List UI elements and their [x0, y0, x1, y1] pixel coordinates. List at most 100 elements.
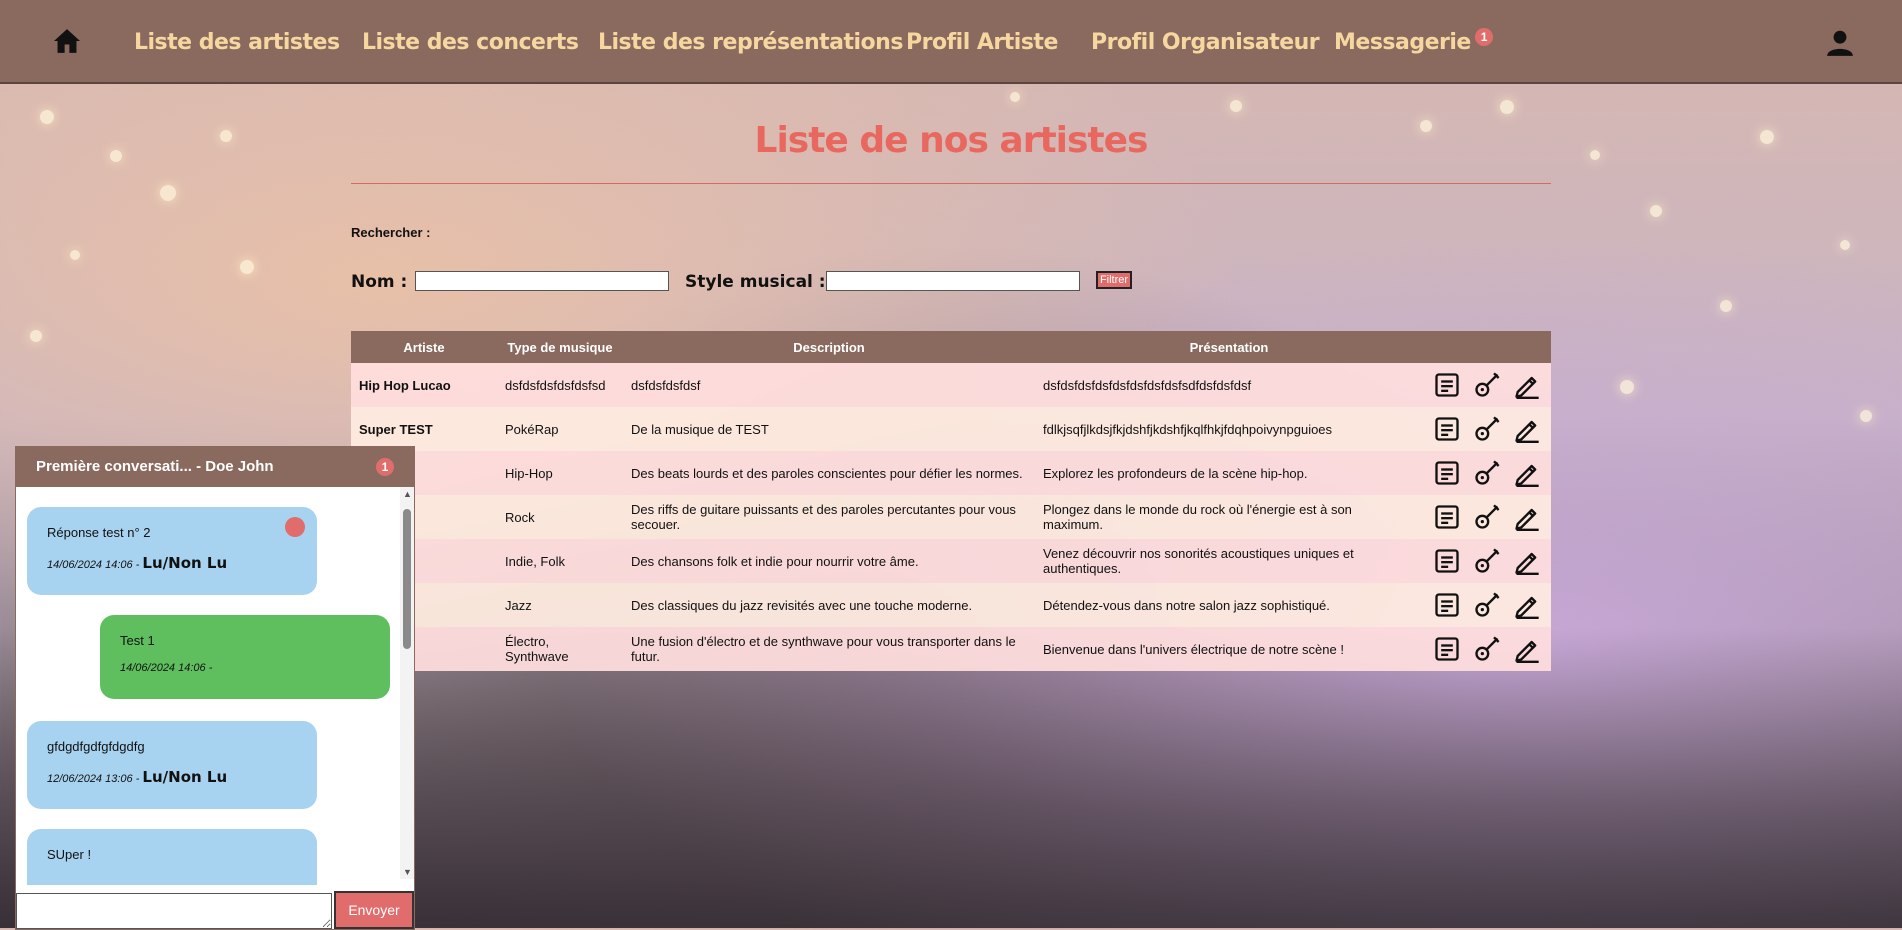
header-description: Description: [623, 331, 1035, 363]
details-icon[interactable]: [1433, 371, 1461, 399]
table-row: ibesÉlectro, SynthwaveUne fusion d'élect…: [351, 627, 1551, 671]
artists-table: Artiste Type de musique Description Prés…: [351, 331, 1551, 671]
user-icon[interactable]: [1826, 28, 1854, 58]
description-cell: dsfdsfdsfdsf: [623, 363, 1035, 407]
actions-cell: [1423, 451, 1551, 495]
music-type-cell: Hip-Hop: [497, 451, 623, 495]
unread-indicator: [285, 517, 305, 537]
name-filter-input[interactable]: [415, 271, 669, 291]
guitar-icon[interactable]: [1473, 459, 1501, 487]
description-cell: Des classiques du jazz revisités avec un…: [623, 583, 1035, 627]
chat-scrollbar[interactable]: ▲ ▼: [400, 487, 414, 879]
description-cell: Des chansons folk et indie pour nourrir …: [623, 539, 1035, 583]
music-type-cell: Rock: [497, 495, 623, 539]
message-status: Lu/Non Lu: [142, 554, 228, 572]
guitar-icon[interactable]: [1473, 635, 1501, 663]
description-cell: Des beats lourds et des paroles conscien…: [623, 451, 1035, 495]
title-divider: [351, 183, 1551, 184]
edit-icon[interactable]: [1513, 591, 1541, 619]
edit-icon[interactable]: [1513, 415, 1541, 443]
edit-icon[interactable]: [1513, 635, 1541, 663]
details-icon[interactable]: [1433, 415, 1461, 443]
details-icon[interactable]: [1433, 459, 1461, 487]
nav-link-concerts[interactable]: Liste des concerts: [362, 30, 579, 55]
presentation-cell: fdlkjsqfjlkdsjfkjdshfjkdshfjkqlfhkjfdqhp…: [1035, 407, 1423, 451]
style-filter-label: Style musical :: [685, 272, 826, 292]
chat-message: Réponse test n° 2 14/06/2024 14:06 - Lu/…: [27, 507, 317, 595]
details-icon[interactable]: [1433, 591, 1461, 619]
chat-message: gfdgdfgdfgfdgdfg 12/06/2024 13:06 - Lu/N…: [27, 721, 317, 809]
nav-link-artist-profile[interactable]: Profil Artiste: [906, 30, 1058, 55]
chat-header[interactable]: Première conversati... - Doe John 1: [16, 447, 414, 487]
message-status: Lu/Non Lu: [142, 768, 228, 786]
music-type-cell: Électro, Synthwave: [497, 627, 623, 671]
search-label: Rechercher :: [351, 225, 431, 240]
presentation-cell: Venez découvrir nos sonorités acoustique…: [1035, 539, 1423, 583]
nav-link-representations[interactable]: Liste des représentations: [598, 30, 903, 55]
actions-cell: [1423, 495, 1551, 539]
message-date: 14/06/2024 14:06 -: [120, 662, 213, 674]
message-text: SUper !: [47, 847, 92, 862]
scroll-thumb[interactable]: [403, 509, 411, 649]
artist-name-link[interactable]: Hip Hop Lucao: [351, 363, 497, 407]
edit-icon[interactable]: [1513, 547, 1541, 575]
scroll-down-icon[interactable]: ▼: [403, 867, 412, 877]
guitar-icon[interactable]: [1473, 415, 1501, 443]
chat-widget: Première conversati... - Doe John 1 Répo…: [15, 446, 415, 930]
edit-icon[interactable]: [1513, 371, 1541, 399]
table-body: Hip Hop Lucao dsfdsfdsfdsfdsfsd dsfdsfdsfd…: [351, 363, 1551, 671]
message-meta: 14/06/2024 14:06 - Lu/Non Lu: [47, 554, 297, 572]
guitar-icon[interactable]: [1473, 371, 1501, 399]
music-type-cell: Indie, Folk: [497, 539, 623, 583]
table-row: volutionRockDes riffs de guitare puissan…: [351, 495, 1551, 539]
description-cell: Des riffs de guitare puissants et des pa…: [623, 495, 1035, 539]
music-type-cell: Jazz: [497, 583, 623, 627]
nav-link-organizer-profile[interactable]: Profil Organisateur: [1091, 30, 1320, 55]
music-type-cell: PokéRap: [497, 407, 623, 451]
message-meta: 14/06/2024 14:06 -: [120, 662, 370, 674]
message-meta: 12/06/2024 13:06 - Lu/Non Lu: [47, 768, 297, 786]
messaging-badge: 1: [1474, 28, 1493, 46]
nav-link-messaging-label: Messagerie: [1334, 30, 1471, 55]
guitar-icon[interactable]: [1473, 591, 1501, 619]
presentation-cell: Bienvenue dans l'univers électrique de n…: [1035, 627, 1423, 671]
message-date: 14/06/2024 14:06 -: [47, 559, 143, 571]
style-filter-input[interactable]: [826, 271, 1080, 291]
chat-title: Première conversati... - Doe John: [36, 458, 274, 475]
table-row: oundHip-HopDes beats lourds et des parol…: [351, 451, 1551, 495]
name-filter-label: Nom :: [351, 272, 408, 292]
description-cell: De la musique de TEST: [623, 407, 1035, 451]
header-actions: [1423, 331, 1551, 363]
header-presentation: Présentation: [1035, 331, 1423, 363]
actions-cell: [1423, 583, 1551, 627]
home-icon[interactable]: [52, 28, 82, 54]
chat-message: Test 1 14/06/2024 14:06 -: [100, 615, 390, 699]
presentation-cell: dsfdsfdsfdsfdsfdsfdsfdsfsdfdsfdsfdsf: [1035, 363, 1423, 407]
scroll-up-icon[interactable]: ▲: [403, 489, 412, 499]
table-row: Hip Hop Lucao dsfdsfdsfdsfdsfsd dsfdsfdsfd…: [351, 363, 1551, 407]
nav-link-messaging[interactable]: Messagerie 1: [1334, 28, 1493, 55]
description-cell: Une fusion d'électro et de synthwave pou…: [623, 627, 1035, 671]
guitar-icon[interactable]: [1473, 503, 1501, 531]
presentation-cell: Plongez dans le monde du rock où l'énerg…: [1035, 495, 1423, 539]
send-button[interactable]: Envoyer: [334, 891, 414, 929]
message-text: Test 1: [120, 633, 155, 648]
edit-icon[interactable]: [1513, 459, 1541, 487]
filter-button[interactable]: Filtrer: [1096, 271, 1132, 289]
table-row: Super TEST PokéRap De la musique de TEST fd…: [351, 407, 1551, 451]
nav-link-artists[interactable]: Liste des artistes: [134, 30, 340, 55]
chat-messages: Réponse test n° 2 14/06/2024 14:06 - Lu/…: [16, 487, 414, 885]
edit-icon[interactable]: [1513, 503, 1541, 531]
chat-message-input[interactable]: [16, 893, 332, 929]
guitar-icon[interactable]: [1473, 547, 1501, 575]
details-icon[interactable]: [1433, 503, 1461, 531]
artist-name-link[interactable]: Super TEST: [351, 407, 497, 451]
header-artist: Artiste: [351, 331, 497, 363]
table-row: ngeJazzDes classiques du jazz revisités …: [351, 583, 1551, 627]
details-icon[interactable]: [1433, 635, 1461, 663]
chat-message: SUper !: [27, 829, 317, 885]
music-type-cell: dsfdsfdsfdsfdsfsd: [497, 363, 623, 407]
details-icon[interactable]: [1433, 547, 1461, 575]
actions-cell: [1423, 363, 1551, 407]
actions-cell: [1423, 539, 1551, 583]
